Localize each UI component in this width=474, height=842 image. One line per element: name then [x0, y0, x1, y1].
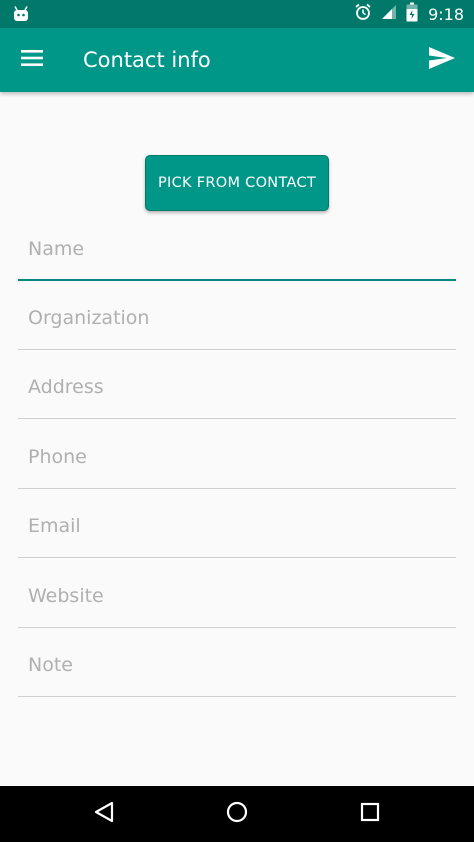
phone-field-underline: [18, 488, 456, 489]
note-field[interactable]: [18, 645, 456, 685]
recents-button[interactable]: [350, 794, 390, 834]
signal-icon: [380, 3, 398, 25]
alarm-icon: [354, 3, 372, 25]
organization-field-underline: [18, 349, 456, 350]
send-button[interactable]: [420, 40, 464, 80]
send-icon: [429, 47, 455, 73]
navigation-bar: [0, 786, 474, 842]
email-field[interactable]: [18, 506, 456, 546]
status-time: 9:18: [428, 4, 464, 24]
website-field[interactable]: [18, 576, 456, 616]
phone-field[interactable]: [18, 437, 456, 477]
android-icon: [12, 5, 30, 23]
name-field-container: [18, 229, 456, 281]
pick-from-contact-button[interactable]: PICK FROM CONTACT: [145, 155, 329, 211]
home-button[interactable]: [217, 794, 257, 834]
note-field-underline: [18, 696, 456, 697]
email-field-underline: [18, 557, 456, 558]
name-field-underline: [18, 279, 456, 281]
menu-icon: [21, 50, 43, 70]
home-icon: [226, 801, 248, 827]
app-bar: Contact info: [0, 28, 474, 92]
status-icons: 9:18: [354, 0, 464, 28]
organization-field-container: [18, 298, 456, 350]
contact-form: PICK FROM CONTACT: [0, 92, 474, 786]
status-bar: 9:18: [0, 0, 474, 28]
phone-field-container: [18, 437, 456, 489]
website-field-container: [18, 576, 456, 628]
website-field-underline: [18, 627, 456, 628]
back-icon: [94, 801, 114, 827]
menu-button[interactable]: [12, 40, 52, 80]
name-field[interactable]: [18, 229, 456, 269]
note-field-container: [18, 645, 456, 697]
page-title: Contact info: [83, 48, 211, 72]
email-field-container: [18, 506, 456, 558]
back-button[interactable]: [84, 794, 124, 834]
address-field-container: [18, 367, 456, 419]
organization-field[interactable]: [18, 298, 456, 338]
address-field[interactable]: [18, 367, 456, 407]
address-field-underline: [18, 418, 456, 419]
recents-icon: [360, 802, 380, 826]
battery-icon: [406, 2, 418, 26]
